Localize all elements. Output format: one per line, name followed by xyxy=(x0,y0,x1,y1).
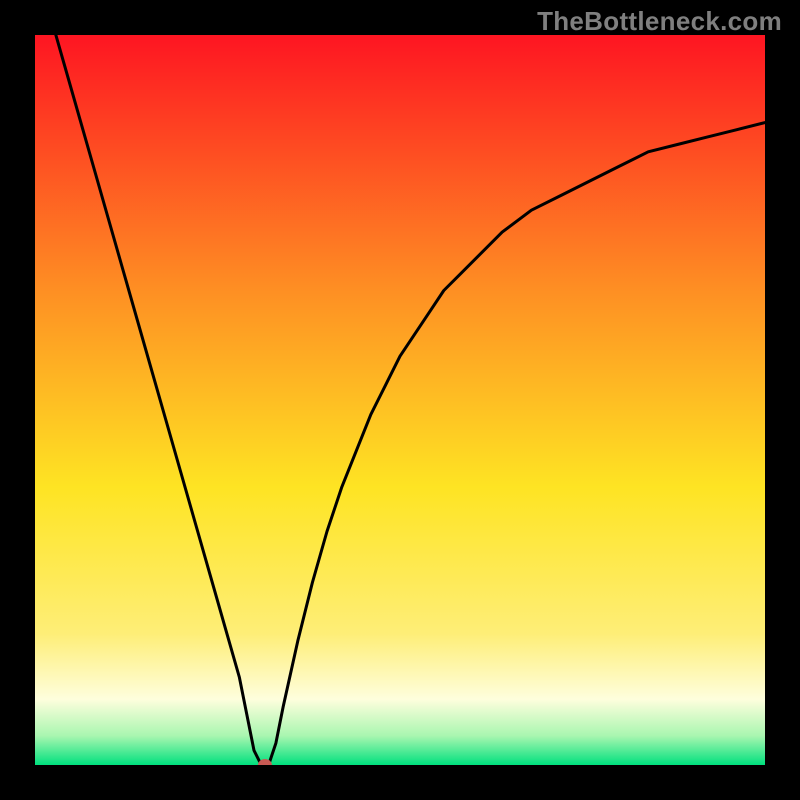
bottleneck-chart xyxy=(35,35,765,765)
chart-frame: TheBottleneck.com xyxy=(0,0,800,800)
plot-area xyxy=(35,35,765,765)
gradient-background xyxy=(35,35,765,765)
watermark-text: TheBottleneck.com xyxy=(537,6,782,37)
